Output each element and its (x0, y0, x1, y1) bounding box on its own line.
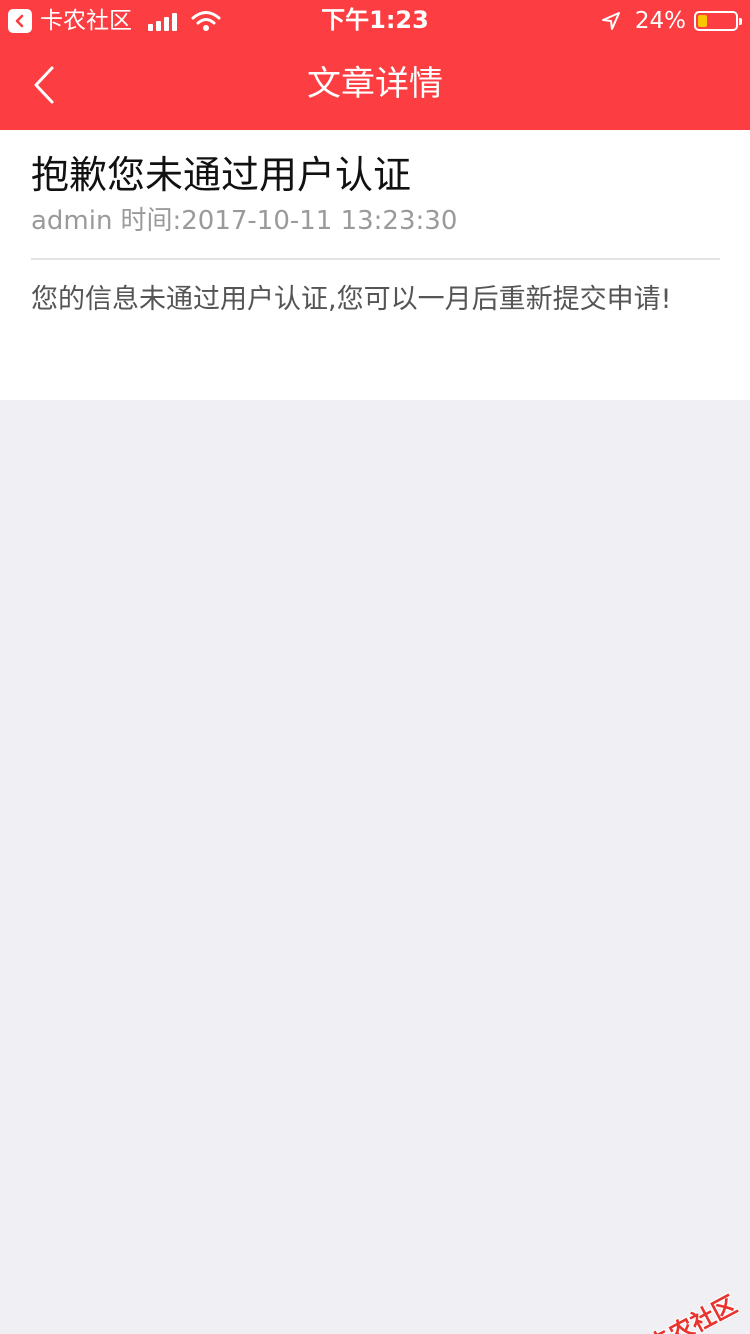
article-card: 抱歉您未通过用户认证 admin 时间:2017-10-11 13:23:30 您… (0, 130, 750, 400)
header: 卡农社区 下午1:23 24% 文章详情 (0, 0, 750, 130)
battery-icon (694, 11, 742, 31)
article-body: 您的信息未通过用户认证,您可以一月后重新提交申请! (31, 284, 672, 315)
article-time: 时间:2017-10-11 13:23:30 (120, 206, 458, 236)
battery-level (698, 15, 707, 27)
article-title: 抱歉您未通过用户认证 (31, 153, 412, 197)
nav-bar: 文章详情 (0, 40, 750, 130)
page-title: 文章详情 (307, 64, 443, 104)
status-bar: 卡农社区 下午1:23 24% (0, 0, 750, 40)
article-author: admin (31, 206, 113, 236)
status-right: 24% (601, 6, 742, 36)
article-meta: admin 时间:2017-10-11 13:23:30 (31, 203, 457, 239)
watermark: 卡农社区 (614, 1285, 742, 1334)
location-arrow-icon (601, 12, 620, 30)
watermark-text: 卡农社区 (643, 1290, 742, 1334)
battery-percent: 24% (634, 8, 686, 34)
divider (31, 258, 720, 260)
